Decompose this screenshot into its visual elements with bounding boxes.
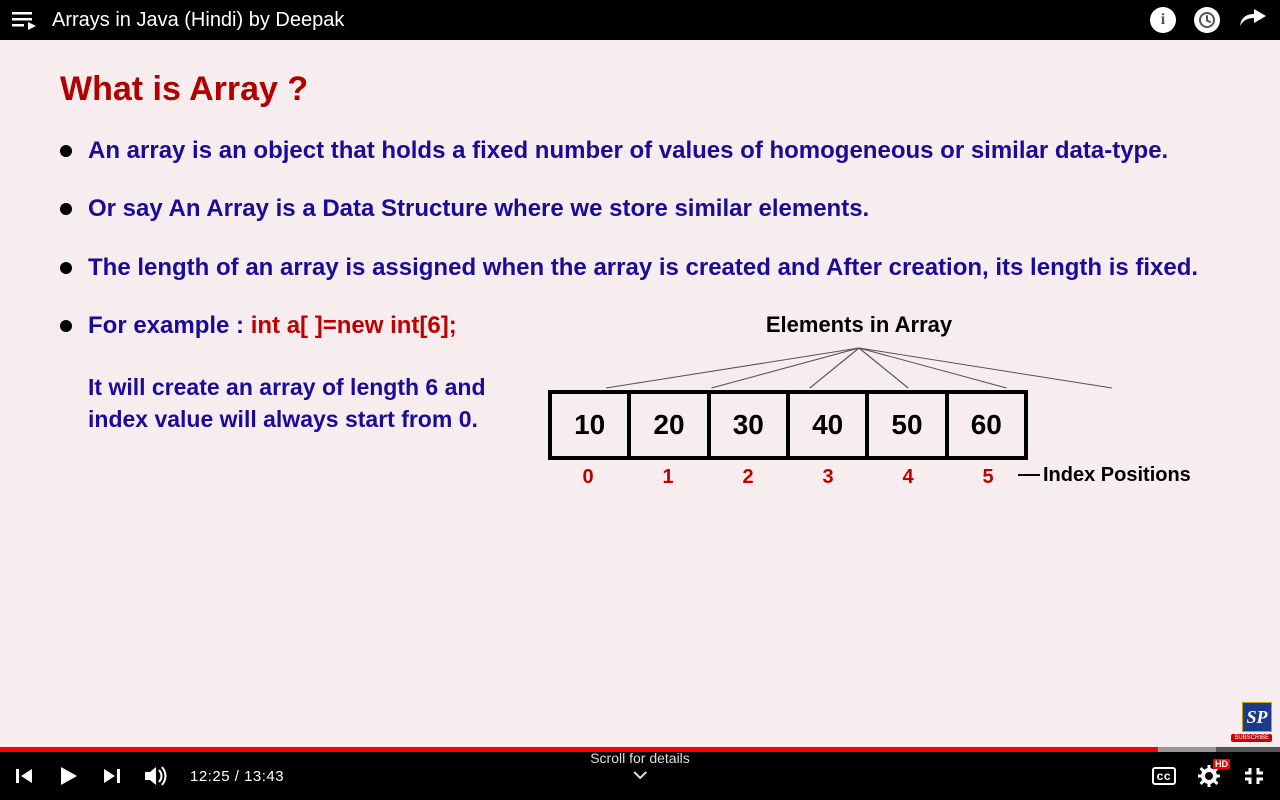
playlist-icon[interactable] [12,10,38,30]
video-top-bar: Arrays in Java (Hindi) by Deepak i [0,0,1280,40]
example-code: int a[ ]=new int[6]; [251,312,457,339]
chevron-down-icon [633,771,647,779]
diagram-title: Elements in Array [498,310,1220,340]
subscribe-badge: SUBSCRIBE [1231,734,1272,742]
hd-badge: HD [1213,759,1230,769]
bullet-example: For example : int a[ ]=new int[6]; It wi… [60,310,1220,491]
index-value: 2 [708,460,788,491]
exit-fullscreen-button[interactable] [1242,765,1266,787]
array-cells: 10 20 30 40 50 60 [548,390,1028,460]
index-pointer-line [1018,474,1040,476]
array-cell: 60 [949,394,1024,456]
share-icon[interactable] [1238,5,1268,35]
array-cell: 10 [552,394,631,456]
sp-logo-icon: SP [1242,702,1272,732]
bullet-item: An array is an object that holds a fixed… [60,135,1220,167]
index-value: 5 [948,460,1028,491]
bullet-item: Or say An Array is a Data Structure wher… [60,193,1220,225]
scroll-hint: Scroll for details [590,750,690,782]
previous-button[interactable] [14,766,34,786]
video-title: Arrays in Java (Hindi) by Deepak [52,9,1150,32]
array-cell: 30 [711,394,790,456]
duration: 13:43 [244,768,284,785]
watch-later-icon[interactable] [1194,7,1220,33]
array-diagram: Elements in Array 10 20 [538,310,1220,491]
index-row: 0 1 2 3 4 5 Index Positions [548,460,1028,491]
array-cell: 40 [790,394,869,456]
player-controls: 12:25 / 13:43 Scroll for details cc HD [0,752,1280,800]
index-label: Index Positions [1043,462,1191,489]
settings-button[interactable]: HD [1198,765,1220,787]
diagram-arrows [578,346,1140,390]
example-description: It will create an array of length 6 and … [88,371,508,435]
bullet-list: An array is an object that holds a fixed… [60,135,1220,491]
index-value: 3 [788,460,868,491]
current-time: 12:25 [190,768,230,785]
index-value: 4 [868,460,948,491]
index-value: 1 [628,460,708,491]
volume-button[interactable] [144,765,168,787]
array-cell: 50 [869,394,948,456]
index-value: 0 [548,460,628,491]
next-button[interactable] [102,766,122,786]
info-icon[interactable]: i [1150,7,1176,33]
channel-logo: SP SUBSCRIBE [1231,702,1272,742]
play-button[interactable] [56,764,80,788]
slide-content: What is Array ? An array is an object th… [0,40,1280,747]
example-label: For example : [88,312,251,339]
slide-heading: What is Array ? [60,70,1220,109]
array-cell: 20 [631,394,710,456]
bullet-item: The length of an array is assigned when … [60,252,1220,284]
time-display: 12:25 / 13:43 [190,768,284,785]
captions-button[interactable]: cc [1152,767,1176,785]
